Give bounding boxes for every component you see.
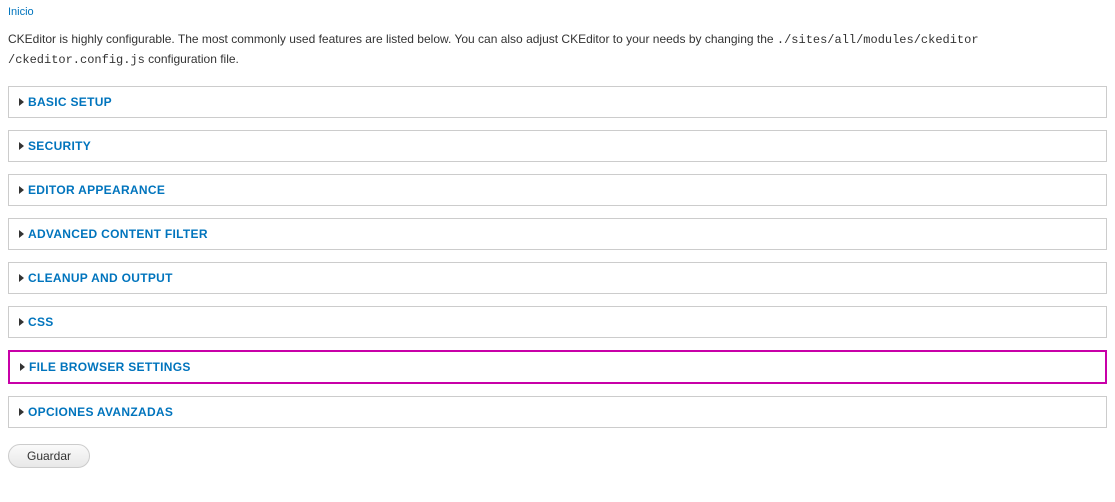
description-text-before: CKEditor is highly configurable. The mos…: [8, 32, 777, 46]
chevron-right-icon: [20, 363, 25, 371]
chevron-right-icon: [19, 408, 24, 416]
chevron-right-icon: [19, 274, 24, 282]
fieldset-title: OPCIONES AVANZADAS: [28, 405, 173, 419]
fieldset-title: FILE BROWSER SETTINGS: [29, 360, 191, 374]
fieldset-title: EDITOR APPEARANCE: [28, 183, 165, 197]
fieldset-basic-setup[interactable]: BASIC SETUP: [8, 86, 1107, 118]
fieldset-editor-appearance[interactable]: EDITOR APPEARANCE: [8, 174, 1107, 206]
page-description: CKEditor is highly configurable. The mos…: [8, 30, 1107, 70]
fieldset-title: CLEANUP AND OUTPUT: [28, 271, 173, 285]
fieldset-security[interactable]: SECURITY: [8, 130, 1107, 162]
fieldset-title: SECURITY: [28, 139, 91, 153]
fieldset-css[interactable]: CSS: [8, 306, 1107, 338]
fieldset-advanced-options[interactable]: OPCIONES AVANZADAS: [8, 396, 1107, 428]
fieldset-cleanup-output[interactable]: CLEANUP AND OUTPUT: [8, 262, 1107, 294]
description-code-path1: ./sites/all/modules/ckeditor: [777, 33, 979, 47]
breadcrumb: Inicio: [8, 4, 1107, 18]
fieldset-title: ADVANCED CONTENT FILTER: [28, 227, 208, 241]
chevron-right-icon: [19, 318, 24, 326]
chevron-right-icon: [19, 230, 24, 238]
fieldset-title: CSS: [28, 315, 54, 329]
breadcrumb-home-link[interactable]: Inicio: [8, 6, 34, 18]
save-button[interactable]: Guardar: [8, 444, 90, 468]
chevron-right-icon: [19, 186, 24, 194]
form-actions: Guardar: [8, 444, 1107, 468]
description-code-path2: /ckeditor.config.js: [8, 53, 145, 67]
chevron-right-icon: [19, 98, 24, 106]
chevron-right-icon: [19, 142, 24, 150]
description-text-after: configuration file.: [145, 52, 239, 66]
fieldset-file-browser-settings[interactable]: FILE BROWSER SETTINGS: [8, 350, 1107, 384]
fieldset-advanced-content-filter[interactable]: ADVANCED CONTENT FILTER: [8, 218, 1107, 250]
fieldset-container: BASIC SETUP SECURITY EDITOR APPEARANCE A…: [8, 86, 1107, 428]
fieldset-title: BASIC SETUP: [28, 95, 112, 109]
